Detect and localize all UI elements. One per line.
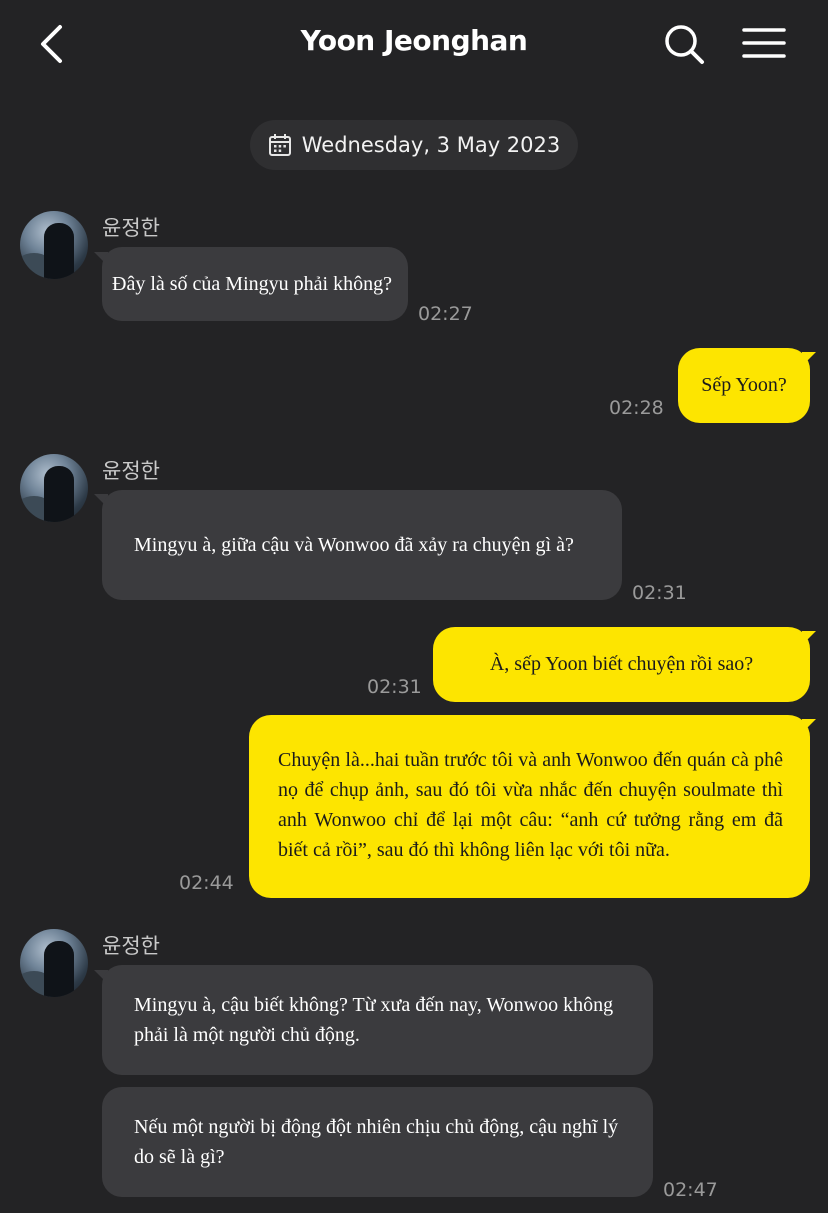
- sender-name: 윤정한: [102, 216, 160, 240]
- message-text: À, sếp Yoon biết chuyện rồi sao?: [489, 653, 754, 675]
- menu-button[interactable]: [740, 24, 788, 64]
- avatar[interactable]: [20, 929, 88, 997]
- sender-name: 윤정한: [102, 459, 160, 483]
- date-separator: Wednesday, 3 May 2023: [250, 120, 578, 170]
- message-bubble-incoming[interactable]: Mingyu à, cậu biết không? Từ xưa đến nay…: [102, 965, 653, 1075]
- message-text: Mingyu à, cậu biết không? Từ xưa đến nay…: [134, 994, 614, 1046]
- message-text: Sếp Yoon?: [701, 374, 787, 396]
- search-button[interactable]: [662, 22, 706, 66]
- message-bubble-outgoing[interactable]: Sếp Yoon?: [678, 348, 810, 423]
- avatar[interactable]: [20, 454, 88, 522]
- date-label: Wednesday, 3 May 2023: [301, 133, 561, 157]
- back-button[interactable]: [34, 22, 74, 66]
- search-icon: [665, 25, 704, 64]
- message-time: 02:44: [179, 872, 234, 894]
- hamburger-menu-icon: [742, 28, 786, 58]
- message-time: 02:27: [418, 303, 473, 325]
- avatar[interactable]: [20, 211, 88, 279]
- message-time: 02:28: [609, 397, 664, 419]
- message-bubble-outgoing[interactable]: Chuyện là...hai tuần trước tôi và anh Wo…: [249, 715, 810, 898]
- sender-name: 윤정한: [102, 934, 160, 958]
- message-text: Mingyu à, giữa cậu và Wonwoo đã xảy ra c…: [134, 534, 574, 556]
- message-time: 02:47: [663, 1179, 718, 1201]
- chevron-left-icon: [41, 25, 62, 63]
- message-time: 02:31: [632, 582, 687, 604]
- chat-header: Yoon Jeonghan: [0, 0, 828, 88]
- chat-title: Yoon Jeonghan: [300, 24, 528, 57]
- message-text: Nếu một người bị động đột nhiên chịu chủ…: [134, 1116, 619, 1168]
- message-bubble-outgoing[interactable]: À, sếp Yoon biết chuyện rồi sao?: [433, 627, 810, 702]
- message-bubble-incoming[interactable]: Mingyu à, giữa cậu và Wonwoo đã xảy ra c…: [102, 490, 622, 600]
- message-bubble-incoming[interactable]: Đây là số của Mingyu phải không?: [102, 247, 408, 321]
- message-text: Đây là số của Mingyu phải không?: [112, 273, 392, 295]
- message-text: Chuyện là...hai tuần trước tôi và anh Wo…: [278, 749, 783, 861]
- calendar-icon: [268, 134, 291, 156]
- message-bubble-incoming[interactable]: Nếu một người bị động đột nhiên chịu chủ…: [102, 1087, 653, 1197]
- message-time: 02:31: [367, 676, 422, 698]
